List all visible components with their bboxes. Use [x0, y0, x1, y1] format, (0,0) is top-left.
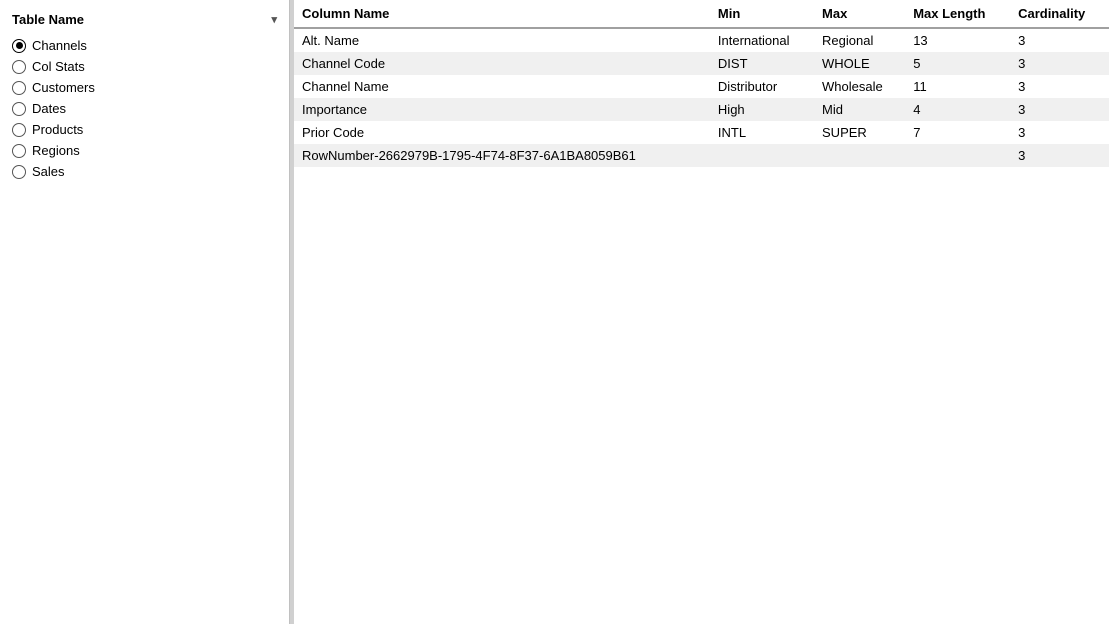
sidebar-item-customers[interactable]: Customers [0, 77, 289, 98]
cell-min [710, 144, 814, 167]
cell-cardinality: 3 [1010, 144, 1109, 167]
cell-cardinality: 3 [1010, 75, 1109, 98]
sidebar-item-label: Products [32, 122, 83, 137]
data-table: Column NameMinMaxMax LengthCardinality A… [294, 0, 1109, 167]
cell-min: International [710, 28, 814, 52]
cell-cardinality: 3 [1010, 28, 1109, 52]
table-header-row: Column NameMinMaxMax LengthCardinality [294, 0, 1109, 28]
cell-max: SUPER [814, 121, 905, 144]
cell-min: INTL [710, 121, 814, 144]
cell-column_name: Importance [294, 98, 710, 121]
cell-max_length [905, 144, 1010, 167]
sidebar-item-regions[interactable]: Regions [0, 140, 289, 161]
cell-column_name: Alt. Name [294, 28, 710, 52]
cell-min: DIST [710, 52, 814, 75]
radio-button[interactable] [12, 39, 26, 53]
table-row[interactable]: ImportanceHighMid43 [294, 98, 1109, 121]
cell-cardinality: 3 [1010, 52, 1109, 75]
cell-column_name: Channel Code [294, 52, 710, 75]
table-row[interactable]: Channel NameDistributorWholesale113 [294, 75, 1109, 98]
cell-max: Regional [814, 28, 905, 52]
cell-column_name: Channel Name [294, 75, 710, 98]
sidebar: Table Name ▾ Channels Col Stats Customers D… [0, 0, 290, 624]
sidebar-item-label: Customers [32, 80, 95, 95]
cell-max_length: 13 [905, 28, 1010, 52]
table-row[interactable]: RowNumber-2662979B-1795-4F74-8F37-6A1BA8… [294, 144, 1109, 167]
sidebar-header: Table Name ▾ [0, 8, 289, 35]
sidebar-item-channels[interactable]: Channels [0, 35, 289, 56]
sidebar-item-dates[interactable]: Dates [0, 98, 289, 119]
sidebar-items-list: Channels Col Stats Customers Dates Products R… [0, 35, 289, 182]
cell-max: WHOLE [814, 52, 905, 75]
sidebar-item-label: Regions [32, 143, 80, 158]
cell-column_name: Prior Code [294, 121, 710, 144]
radio-button[interactable] [12, 102, 26, 116]
cell-column_name: RowNumber-2662979B-1795-4F74-8F37-6A1BA8… [294, 144, 710, 167]
sidebar-item-products[interactable]: Products [0, 119, 289, 140]
table-body: Alt. NameInternationalRegional133Channel… [294, 28, 1109, 167]
cell-max_length: 11 [905, 75, 1010, 98]
header-max_length[interactable]: Max Length [905, 0, 1010, 28]
cell-max_length: 4 [905, 98, 1010, 121]
header-column_name[interactable]: Column Name [294, 0, 710, 28]
radio-button[interactable] [12, 165, 26, 179]
sidebar-item-label: Channels [32, 38, 87, 53]
cell-max_length: 7 [905, 121, 1010, 144]
header-cardinality[interactable]: Cardinality [1010, 0, 1109, 28]
table-row[interactable]: Alt. NameInternationalRegional133 [294, 28, 1109, 52]
table-name-label: Table Name [12, 12, 84, 27]
header-min[interactable]: Min [710, 0, 814, 28]
header-max[interactable]: Max [814, 0, 905, 28]
cell-max: Wholesale [814, 75, 905, 98]
cell-max: Mid [814, 98, 905, 121]
cell-cardinality: 3 [1010, 98, 1109, 121]
chevron-down-icon[interactable]: ▾ [271, 13, 277, 26]
sidebar-item-label: Col Stats [32, 59, 85, 74]
sidebar-item-label: Dates [32, 101, 66, 116]
sidebar-item-label: Sales [32, 164, 65, 179]
radio-button[interactable] [12, 123, 26, 137]
cell-min: High [710, 98, 814, 121]
main-content: Column NameMinMaxMax LengthCardinality A… [294, 0, 1109, 624]
radio-button[interactable] [12, 60, 26, 74]
cell-min: Distributor [710, 75, 814, 98]
cell-cardinality: 3 [1010, 121, 1109, 144]
cell-max_length: 5 [905, 52, 1010, 75]
radio-button[interactable] [12, 144, 26, 158]
radio-button[interactable] [12, 81, 26, 95]
cell-max [814, 144, 905, 167]
table-row[interactable]: Prior CodeINTLSUPER73 [294, 121, 1109, 144]
sidebar-item-col-stats[interactable]: Col Stats [0, 56, 289, 77]
table-row[interactable]: Channel CodeDISTWHOLE53 [294, 52, 1109, 75]
sidebar-item-sales[interactable]: Sales [0, 161, 289, 182]
